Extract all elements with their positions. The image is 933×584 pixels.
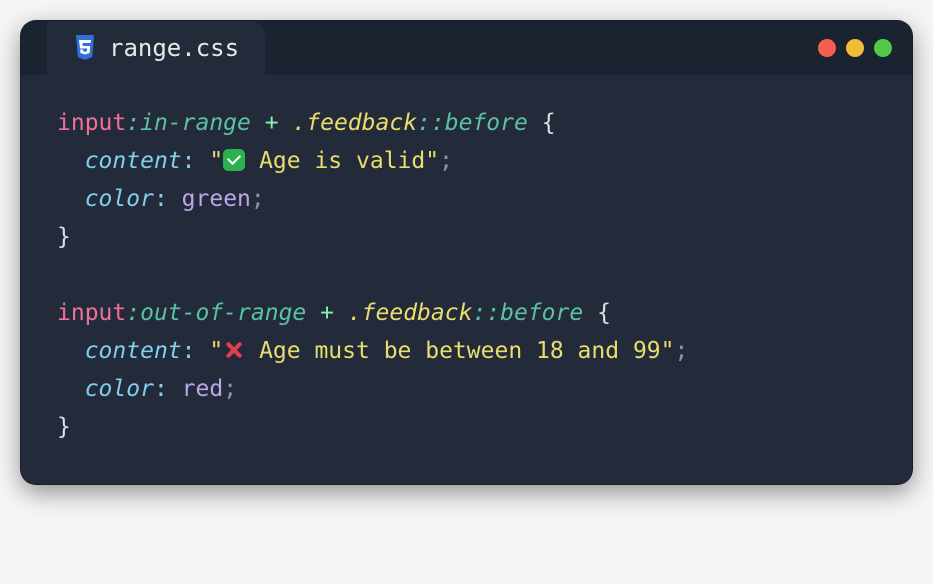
- code-area[interactable]: input:in-range + .feedback::before { con…: [21, 75, 912, 484]
- token-property: content: [85, 148, 182, 174]
- cross-icon: [223, 339, 245, 361]
- token-combinator: +: [306, 300, 348, 326]
- token-pseudo-element: ::before: [417, 110, 528, 136]
- token-colon: :: [154, 186, 168, 212]
- token-class: .feedback: [348, 300, 473, 326]
- titlebar: range.css: [21, 21, 912, 75]
- maximize-button[interactable]: [874, 39, 892, 57]
- token-brace: {: [542, 110, 556, 136]
- token-semicolon: ;: [674, 338, 688, 364]
- token-pseudo-class: :out-of-range: [126, 300, 306, 326]
- file-name: range.css: [109, 34, 239, 62]
- token-property: content: [85, 338, 182, 364]
- token-semicolon: ;: [439, 148, 453, 174]
- token-colon: :: [182, 338, 196, 364]
- token-property: color: [85, 186, 154, 212]
- token-value: green: [182, 186, 251, 212]
- editor-window: range.css input:in-range + .feedback::be…: [20, 20, 913, 485]
- checkmark-icon: [223, 149, 245, 171]
- token-pseudo-class: :in-range: [126, 110, 251, 136]
- token-class: .feedback: [292, 110, 417, 136]
- token-tag: input: [57, 300, 126, 326]
- token-string: ": [209, 338, 223, 364]
- file-tab[interactable]: range.css: [47, 21, 265, 75]
- token-brace: }: [57, 224, 71, 250]
- token-property: color: [85, 376, 154, 402]
- token-value: red: [182, 376, 224, 402]
- minimize-button[interactable]: [846, 39, 864, 57]
- window-controls: [818, 39, 892, 57]
- close-button[interactable]: [818, 39, 836, 57]
- token-string: Age must be between 18 and 99": [245, 338, 674, 364]
- token-tag: input: [57, 110, 126, 136]
- token-colon: :: [182, 148, 196, 174]
- token-colon: :: [154, 376, 168, 402]
- css-file-icon: [73, 34, 97, 62]
- token-brace: }: [57, 414, 71, 440]
- token-semicolon: ;: [251, 186, 265, 212]
- token-string: ": [209, 148, 223, 174]
- token-semicolon: ;: [223, 376, 237, 402]
- token-string: Age is valid": [245, 148, 439, 174]
- token-combinator: +: [251, 110, 293, 136]
- token-pseudo-element: ::before: [472, 300, 583, 326]
- token-brace: {: [597, 300, 611, 326]
